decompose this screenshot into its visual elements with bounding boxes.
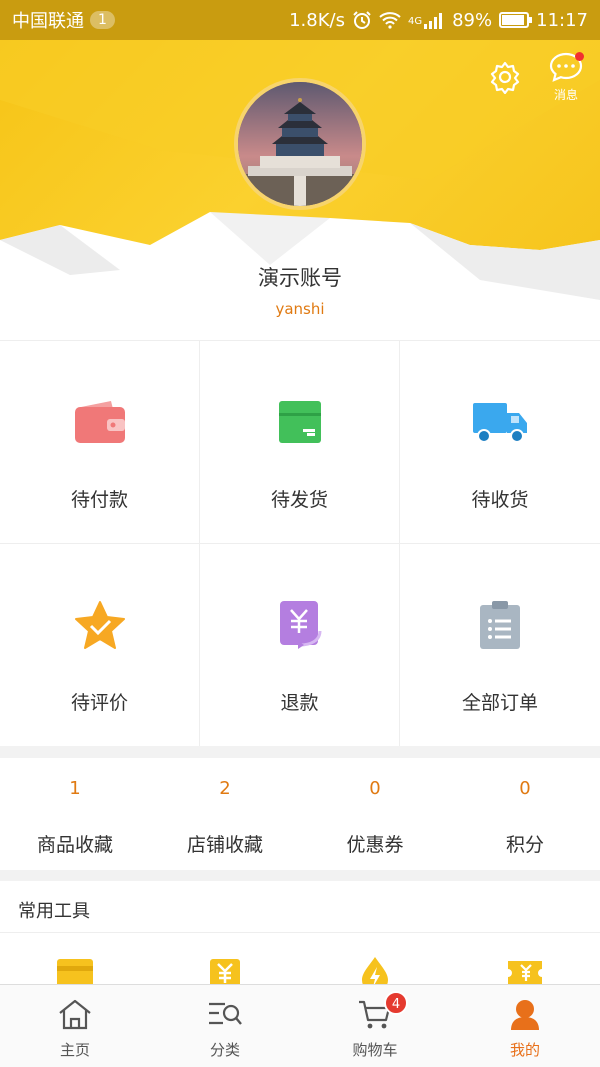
home-icon (59, 999, 91, 1030)
status-bar: 中国联通 1 1.8K/s 4G 89% 11:17 (0, 0, 600, 40)
cart-count-badge: 4 (384, 991, 408, 1015)
order-pending-receipt[interactable]: 待收货 (400, 340, 600, 543)
tab-me[interactable]: 我的 (450, 985, 600, 1067)
stat-label: 店铺收藏 (186, 834, 263, 856)
account-id: yanshi (275, 300, 325, 318)
category-search-icon (209, 1002, 242, 1025)
package-icon (278, 401, 321, 443)
status-indicators: 1.8K/s 4G 89% 11:17 (289, 10, 588, 31)
battery-icon (499, 12, 533, 28)
messages-label: 消息 (553, 88, 578, 102)
tab-cart[interactable]: 4 购物车 (300, 985, 450, 1067)
order-label: 退款 (280, 692, 319, 714)
bottom-tab-bar: 主页 分类 4 购物车 我的 (0, 984, 600, 1067)
unread-dot (575, 52, 584, 61)
username: 演示账号 (258, 266, 342, 290)
tool-item[interactable] (450, 933, 600, 989)
signal-icon (424, 13, 443, 29)
tools-title: 常用工具 (0, 881, 600, 933)
stat-label: 优惠券 (346, 834, 404, 856)
stat-count: 1 (69, 778, 81, 799)
carrier: 中国联通 1 (12, 7, 115, 33)
clipboard-icon (480, 601, 520, 649)
stat-coupons[interactable]: 0 优惠券 (300, 758, 450, 870)
stat-product-favorites[interactable]: 1 商品收藏 (0, 758, 150, 870)
order-all[interactable]: 全部订单 (400, 543, 600, 746)
tool-item[interactable] (150, 933, 300, 989)
carrier-name: 中国联通 (12, 11, 84, 32)
battery-percent: 89% (452, 9, 493, 31)
stat-store-favorites[interactable]: 2 店铺收藏 (150, 758, 300, 870)
avatar-image (238, 82, 362, 206)
messages-button[interactable]: 消息 (548, 52, 584, 103)
stat-count: 0 (519, 778, 531, 799)
refund-icon (279, 601, 321, 649)
favorites-stats: 1 商品收藏 2 店铺收藏 0 优惠券 0 积分 (0, 758, 600, 870)
gear-icon (490, 61, 520, 95)
tool-item[interactable] (300, 933, 450, 989)
alarm-icon (353, 11, 371, 29)
tab-home[interactable]: 主页 (0, 985, 150, 1067)
order-label: 待付款 (70, 489, 128, 511)
common-tools: 常用工具 (0, 881, 600, 991)
wifi-icon (379, 12, 401, 29)
user-icon (511, 1000, 539, 1030)
stat-label: 商品收藏 (36, 834, 113, 856)
tools-row (0, 933, 600, 989)
tab-category[interactable]: 分类 (150, 985, 300, 1067)
clock: 11:17 (536, 9, 588, 31)
order-pending-shipment[interactable]: 待发货 (200, 340, 400, 543)
tool-item[interactable] (0, 933, 150, 989)
order-label: 待收货 (471, 489, 529, 511)
stat-count: 2 (219, 778, 231, 799)
avatar[interactable] (234, 78, 366, 210)
stat-label: 积分 (505, 834, 544, 856)
order-grid: 待付款 待发货 待收货 待评价 退款 全部订单 (0, 340, 600, 746)
carrier-badge: 1 (90, 11, 115, 29)
stat-points[interactable]: 0 积分 (450, 758, 600, 870)
order-pending-payment[interactable]: 待付款 (0, 340, 200, 543)
star-icon (74, 601, 125, 649)
order-label: 待评价 (70, 692, 128, 714)
order-pending-review[interactable]: 待评价 (0, 543, 200, 746)
tab-label: 我的 (509, 1041, 540, 1059)
tab-label: 分类 (209, 1041, 240, 1059)
order-refund[interactable]: 退款 (200, 543, 400, 746)
wallet-icon (74, 401, 125, 443)
order-label: 全部订单 (461, 692, 538, 714)
network-type: 4G (407, 15, 423, 27)
tab-label: 购物车 (352, 1041, 398, 1059)
truck-icon (473, 403, 527, 443)
network-speed: 1.8K/s (289, 9, 345, 31)
tab-label: 主页 (59, 1041, 90, 1059)
settings-button[interactable] (488, 60, 522, 95)
stat-count: 0 (369, 778, 381, 799)
profile-header: 消息 演示账号 yanshi (0, 40, 600, 340)
order-label: 待发货 (270, 489, 328, 511)
